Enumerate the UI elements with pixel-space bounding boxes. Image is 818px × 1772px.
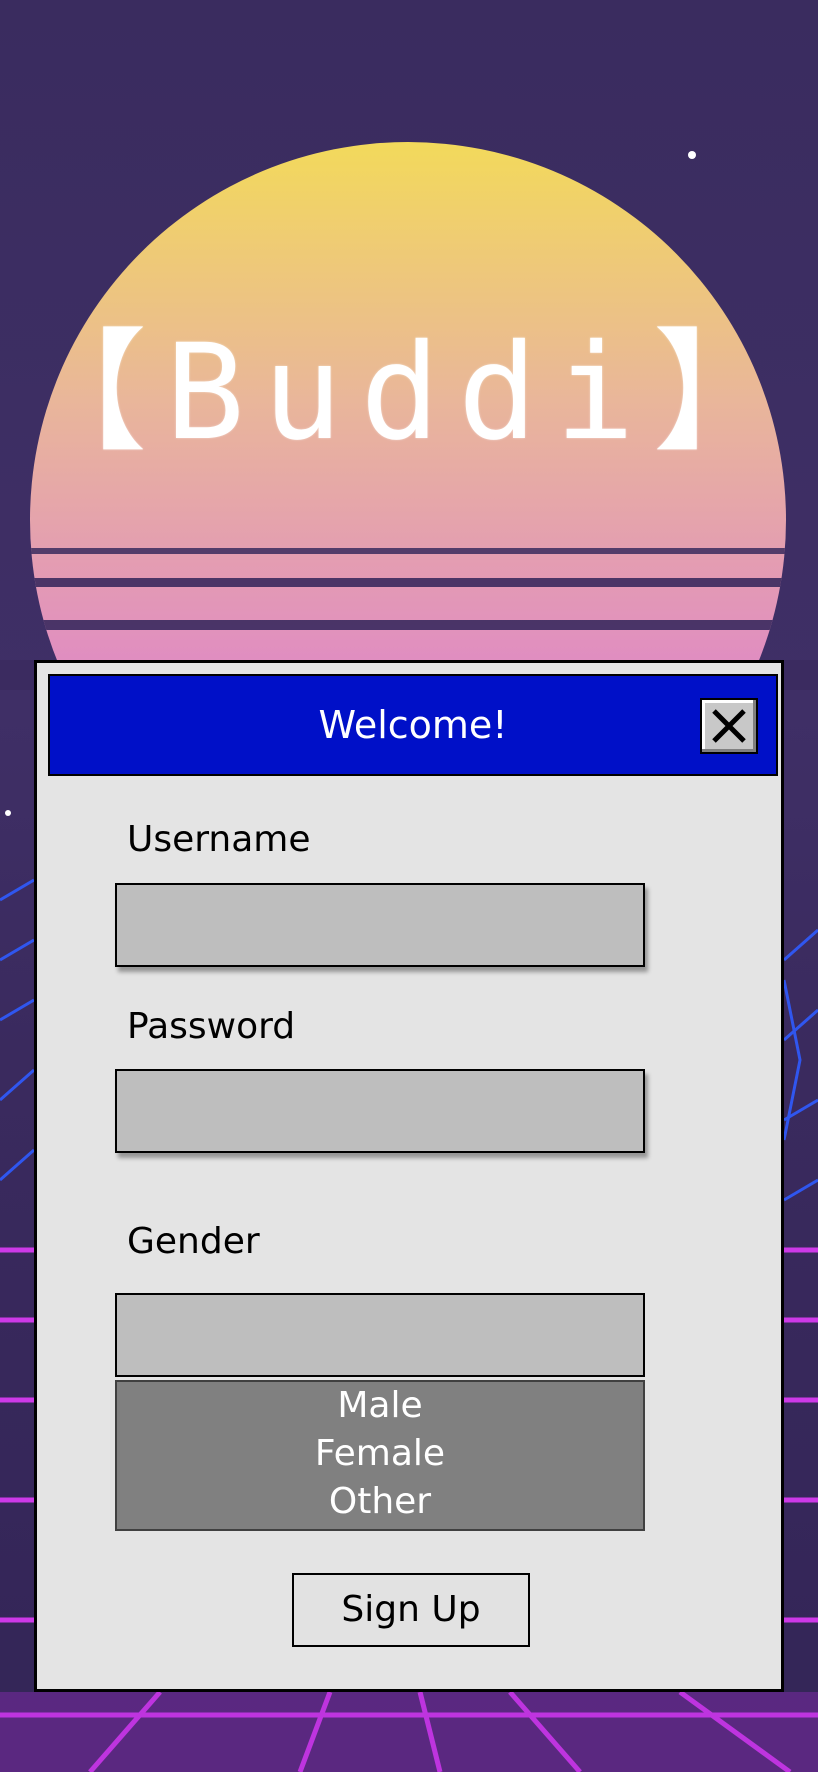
welcome-dialog: Welcome! Username Password Gender Male F… — [34, 660, 784, 1692]
star — [688, 151, 696, 159]
signup-button[interactable]: Sign Up — [292, 1573, 530, 1647]
gender-options-list: Male Female Other — [115, 1380, 645, 1531]
password-label: Password — [127, 1006, 296, 1047]
username-input[interactable] — [117, 885, 643, 965]
username-field[interactable] — [115, 883, 645, 967]
password-input[interactable] — [117, 1071, 643, 1151]
dialog-title: Welcome! — [318, 703, 508, 747]
username-label: Username — [127, 819, 311, 860]
dialog-titlebar: Welcome! — [48, 674, 778, 776]
gender-option-male[interactable]: Male — [117, 1382, 643, 1430]
gender-label: Gender — [127, 1221, 260, 1262]
star — [5, 810, 11, 816]
close-icon — [712, 709, 746, 743]
password-field[interactable] — [115, 1069, 645, 1153]
close-button[interactable] — [700, 698, 758, 754]
gender-option-other[interactable]: Other — [117, 1478, 643, 1526]
app-screen: 【Buddi】 Welcome! Username Password Gende… — [0, 0, 818, 1772]
gender-option-female[interactable]: Female — [117, 1430, 643, 1478]
gender-select[interactable] — [115, 1293, 645, 1377]
app-logo: 【Buddi】 — [15, 316, 803, 470]
